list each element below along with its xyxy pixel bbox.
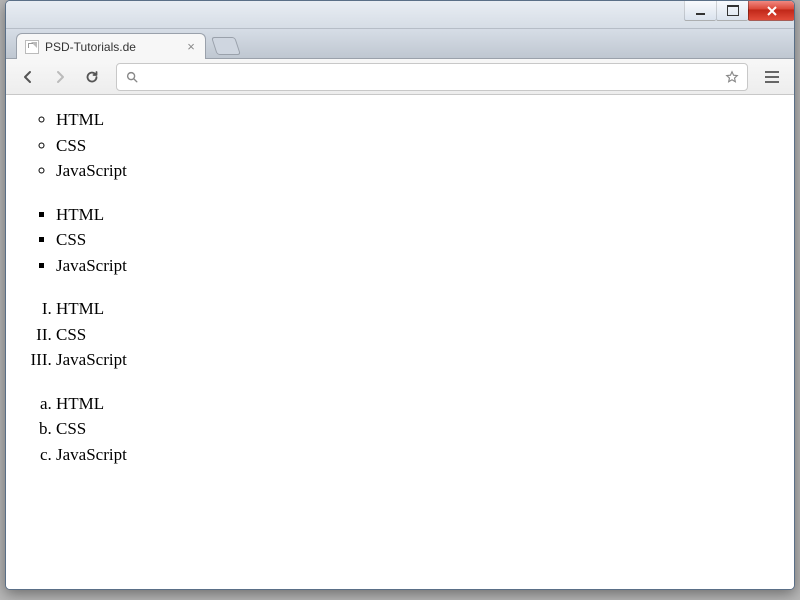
new-tab-button[interactable] xyxy=(211,37,241,55)
list-item: JavaScript xyxy=(56,347,786,373)
browser-toolbar xyxy=(6,59,794,95)
list-item: HTML xyxy=(56,202,786,228)
list-item: HTML xyxy=(56,107,786,133)
list-item: CSS xyxy=(56,322,786,348)
tab-title: PSD-Tutorials.de xyxy=(45,40,179,54)
address-bar[interactable] xyxy=(116,63,748,91)
list-item: JavaScript xyxy=(56,158,786,184)
list-circle: HTML CSS JavaScript xyxy=(14,107,786,184)
tab-close-button[interactable]: × xyxy=(185,41,197,53)
tab-strip: PSD-Tutorials.de × xyxy=(6,29,794,59)
browser-tab[interactable]: PSD-Tutorials.de × xyxy=(16,33,206,59)
list-item: CSS xyxy=(56,416,786,442)
list-item: CSS xyxy=(56,227,786,253)
list-item: JavaScript xyxy=(56,442,786,468)
list-upper-roman: HTML CSS JavaScript xyxy=(14,296,786,373)
list-item: HTML xyxy=(56,296,786,322)
list-item: JavaScript xyxy=(56,253,786,279)
list-square: HTML CSS JavaScript xyxy=(14,202,786,279)
list-item: CSS xyxy=(56,133,786,159)
search-icon xyxy=(125,70,139,84)
page-icon xyxy=(25,40,39,54)
window-titlebar xyxy=(6,1,794,29)
page-content: HTML CSS JavaScript HTML CSS JavaScript … xyxy=(6,95,794,589)
bookmark-icon[interactable] xyxy=(725,70,739,84)
window-maximize-button[interactable] xyxy=(716,1,748,21)
reload-button[interactable] xyxy=(78,64,106,90)
window-minimize-button[interactable] xyxy=(684,1,716,21)
window-controls xyxy=(684,1,794,21)
forward-button[interactable] xyxy=(46,64,74,90)
list-lower-alpha: HTML CSS JavaScript xyxy=(14,391,786,468)
browser-window: PSD-Tutorials.de × HTML CSS Java xyxy=(5,0,795,590)
menu-button[interactable] xyxy=(758,64,786,90)
window-close-button[interactable] xyxy=(748,1,794,21)
list-item: HTML xyxy=(56,391,786,417)
back-button[interactable] xyxy=(14,64,42,90)
